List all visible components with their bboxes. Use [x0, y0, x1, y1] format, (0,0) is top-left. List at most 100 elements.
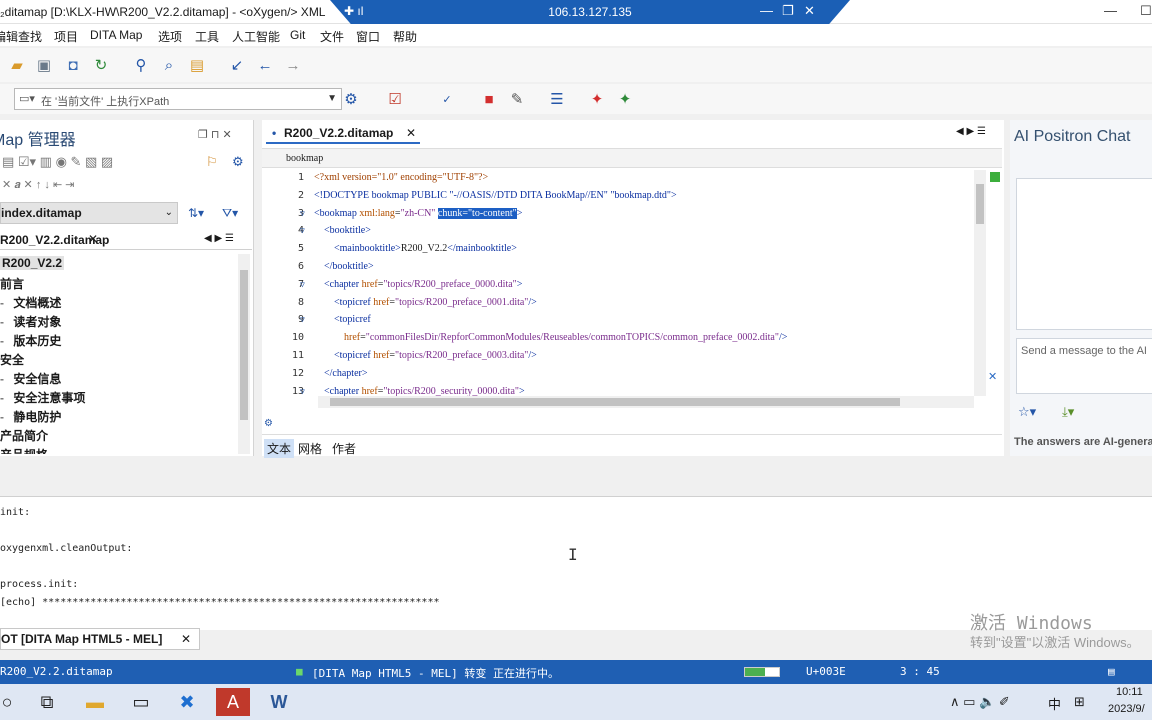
transform-wrench-icon[interactable]: ✎	[506, 88, 528, 110]
map-tool-icon[interactable]: ▤ ☑▾ ▥ ◉ ✎ ▧ ▨	[2, 154, 113, 170]
tree-node[interactable]: R200_V2.2	[0, 256, 65, 270]
xpath-settings-icon[interactable]: ⚙	[340, 88, 362, 110]
tab-nav-icon[interactable]: ◀ ▶ ☰	[204, 233, 234, 244]
chevron-down-icon[interactable]: ⌄	[165, 207, 173, 218]
pin-red-icon[interactable]: ✦	[586, 88, 608, 110]
settings-icon[interactable]: ⚙	[232, 154, 244, 170]
remote-close-button[interactable]: ✕	[804, 3, 815, 19]
tree-node[interactable]: - 安全信息	[0, 370, 61, 387]
word-icon[interactable]: W	[262, 688, 296, 716]
close-icon[interactable]: ✕	[88, 232, 98, 246]
map-action-icon[interactable]: ⚐	[206, 154, 218, 170]
tree-node[interactable]: - 静电防护	[0, 408, 61, 425]
clock-time[interactable]: 10:11	[1116, 686, 1143, 698]
editor-vscrollbar[interactable]	[974, 170, 986, 396]
tree-node[interactable]: - 文档概述	[0, 294, 61, 311]
validate-icon[interactable]: ☑	[384, 88, 406, 110]
menu-project[interactable]: 项目	[54, 28, 78, 45]
breadcrumb-item[interactable]: bookmap	[286, 153, 323, 164]
vscode-icon[interactable]: ✖	[170, 688, 204, 716]
chat-input[interactable]: Send a message to the AI	[1016, 338, 1152, 394]
settings-icon[interactable]: ⚙	[264, 418, 273, 429]
menu-git[interactable]: Git	[290, 28, 305, 42]
code-area[interactable]: 1 <?xml version="1.0" encoding="UTF-8"?> 2…	[262, 170, 974, 396]
filter-icon[interactable]: ⛛▾	[222, 206, 238, 221]
tab-text-mode[interactable]: 文本	[264, 439, 295, 458]
tab-author-mode[interactable]: 作者	[332, 440, 356, 457]
clock-date[interactable]: 2023/9/	[1108, 703, 1145, 715]
maximize-button[interactable]: ☐	[1140, 3, 1152, 19]
pin-green-icon[interactable]: ✦	[614, 88, 636, 110]
close-markers-icon[interactable]: ✕	[988, 370, 997, 383]
format-indent-icon[interactable]: ☰	[546, 88, 568, 110]
menu-window[interactable]: 窗口	[356, 28, 380, 45]
chevron-down-icon[interactable]: ▼	[327, 93, 337, 104]
minimize-button[interactable]: —	[1104, 3, 1117, 18]
close-icon[interactable]: ✕	[406, 126, 416, 140]
tree-node[interactable]: 安全	[0, 351, 24, 368]
last-edit-icon[interactable]: ↙	[226, 54, 248, 76]
tree-edit-icon[interactable]: ✕ 𝒂 ✕ ↑ ↓ ⇤ ⇥	[2, 178, 74, 192]
fold-toggle-icon[interactable]: ▽	[300, 387, 305, 396]
editor-tab-nav-icon[interactable]: ◀ ▶ ☰	[956, 126, 986, 137]
fold-toggle-icon[interactable]: ▽	[300, 315, 305, 324]
star-icon[interactable]: ☆▾	[1018, 404, 1036, 420]
menu-find[interactable]: 查找	[18, 28, 42, 45]
open-folder-icon[interactable]: ▰	[6, 54, 28, 76]
reload-icon[interactable]: ↻	[90, 54, 112, 76]
chat-bubble-icon[interactable]: ▤	[1108, 665, 1115, 678]
editor-tab[interactable]: • R200_V2.2.ditamap ✕	[266, 122, 420, 144]
tree-node[interactable]: - 读者对象	[0, 313, 61, 330]
find-in-files-icon[interactable]: ⌕	[158, 54, 180, 76]
menu-dita-map[interactable]: DITA Map	[90, 28, 142, 42]
tree-node[interactable]: - 版本历史	[0, 332, 61, 349]
menu-tools[interactable]: 工具	[195, 28, 219, 45]
search-icon[interactable]: ⚲	[130, 54, 152, 76]
keyboard-icon[interactable]: ⊞	[1074, 694, 1085, 710]
terminal-icon[interactable]: ▭	[124, 688, 158, 716]
fold-toggle-icon[interactable]: ▽	[300, 209, 305, 218]
fold-toggle-icon[interactable]: ▽	[300, 226, 305, 235]
console-output[interactable]: init: oxygenxml.cleanOutput: process.ini…	[0, 496, 1152, 634]
tree-node[interactable]: - 安全注意事项	[0, 389, 85, 406]
spellcheck-icon[interactable]: ✓	[436, 88, 458, 110]
back-arrow-icon[interactable]: ←	[254, 54, 276, 76]
file-explorer-icon[interactable]: ▬	[78, 688, 112, 716]
map-selector[interactable]: index.ditamap ⌄	[0, 202, 178, 224]
scrollbar-thumb[interactable]	[240, 270, 248, 420]
tab-grid-mode[interactable]: 网格	[298, 440, 322, 457]
ime-indicator[interactable]: 中	[1048, 694, 1061, 713]
chat-history	[1016, 178, 1152, 330]
tree-node[interactable]: 产品简介	[0, 427, 48, 444]
tree-node[interactable]: 前言	[0, 275, 24, 292]
close-icon[interactable]: ✕	[181, 632, 191, 646]
scrollbar-thumb[interactable]	[976, 184, 984, 224]
panel-controls-icon[interactable]: ❐ ⊓ ✕	[198, 128, 232, 141]
remote-restore-button[interactable]: ❐	[782, 3, 794, 19]
menu-bar: 编辑 查找 项目 DITA Map 选项 工具 人工智能 Git 文件 窗口 帮…	[0, 24, 1152, 46]
save-icon[interactable]: ▣	[33, 54, 55, 76]
download-icon[interactable]: ⤓▾	[1062, 404, 1074, 420]
xpath-input[interactable]: ▭▾ 在 '当前文件' 上执行XPath ▼	[14, 88, 342, 110]
tray-icons[interactable]: ∧ ▭ 🔈 ✐	[950, 694, 1010, 710]
menu-options[interactable]: 选项	[158, 28, 182, 45]
remote-minimize-button[interactable]: —	[760, 3, 773, 18]
menu-edit[interactable]: 编辑	[0, 28, 18, 45]
tree-node[interactable]: 产品规格	[0, 446, 48, 454]
menu-help[interactable]: 帮助	[393, 28, 417, 45]
save-all-icon[interactable]: ◘	[62, 54, 84, 76]
task-view-icon[interactable]: ⧉	[30, 688, 64, 716]
stop-icon[interactable]: ■	[478, 88, 500, 110]
fold-toggle-icon[interactable]: ▽	[300, 280, 305, 289]
sort-icon[interactable]: ⇅▾	[188, 206, 204, 220]
forward-arrow-icon[interactable]: →	[282, 54, 304, 76]
find-in-folder-icon[interactable]: ▤	[186, 54, 208, 76]
menu-file[interactable]: 文件	[320, 28, 344, 45]
editor-hscrollbar[interactable]	[318, 396, 974, 408]
tree-scrollbar[interactable]	[238, 254, 250, 454]
console-tab[interactable]: OT [DITA Map HTML5 - MEL] ✕	[0, 628, 200, 650]
search-icon[interactable]: ○	[0, 688, 24, 716]
oxygen-icon[interactable]: A	[216, 688, 250, 716]
scrollbar-thumb[interactable]	[330, 398, 900, 406]
menu-ai[interactable]: 人工智能	[232, 28, 280, 45]
